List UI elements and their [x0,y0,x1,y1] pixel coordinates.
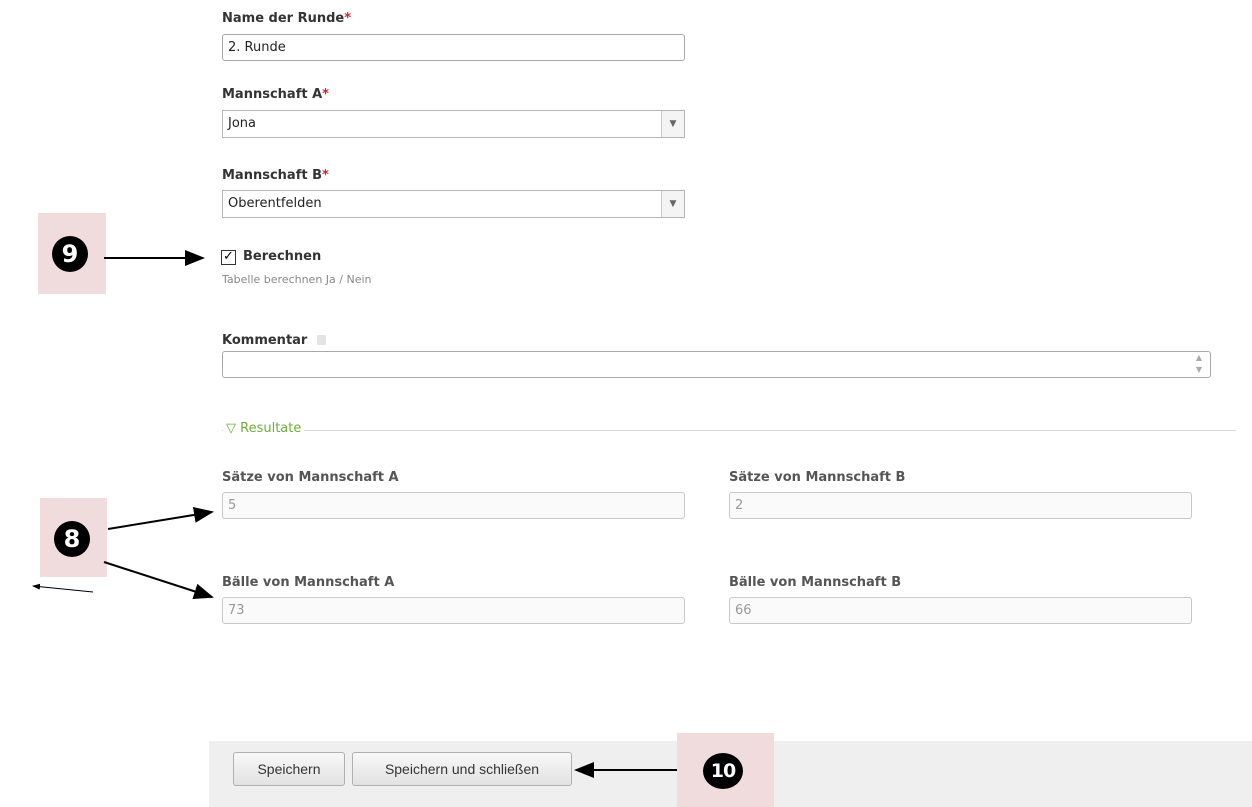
dropdown-arrow-icon[interactable]: ▼ [661,191,684,217]
balls-b-input[interactable]: 66 [729,597,1192,624]
team-b-label: Mannschaft B* [222,168,329,183]
team-b-select[interactable]: Oberentfelden ▼ [222,190,685,218]
balls-a-label: Bälle von Mannschaft A [222,575,395,590]
required-marker: * [344,11,352,26]
round-name-label: Name der Runde* [222,11,352,26]
sets-a-label: Sätze von Mannschaft A [222,470,399,485]
required-marker: * [322,168,329,183]
sets-b-label: Sätze von Mannschaft B [729,470,906,485]
team-a-value: Jona [228,116,256,131]
required-marker: * [322,87,329,102]
annotation-number-8: 8 [54,521,90,557]
round-name-input[interactable]: 2. Runde [222,34,685,61]
annotation-badge-10: 10 [677,733,774,807]
arrow-to-sets-a [107,507,214,530]
save-button[interactable]: Speichern [233,752,345,786]
team-a-select[interactable]: Jona ▼ [222,110,685,138]
comment-textarea[interactable]: ▲ ▼ [222,351,1211,378]
team-b-value: Oberentfelden [228,196,322,211]
annotation-number-10: 10 [703,753,743,789]
arrow-small-left [32,583,94,593]
calculate-label: Berechnen [243,249,322,264]
translate-icon[interactable] [316,335,326,345]
save-and-close-button[interactable]: Speichern und schließen [352,752,572,786]
annotation-number-9: 9 [52,236,88,272]
dropdown-arrow-icon[interactable]: ▼ [661,111,684,137]
results-legend[interactable]: ▽ Resultate [223,421,305,436]
results-divider [222,430,1236,431]
calculate-hint: Tabelle berechnen Ja / Nein [222,273,372,286]
comment-label: Kommentar [222,333,326,348]
balls-a-input[interactable]: 73 [222,597,685,624]
balls-b-label: Bälle von Mannschaft B [729,575,902,590]
team-a-label: Mannschaft A* [222,87,329,102]
sets-a-input[interactable]: 5 [222,492,685,519]
sets-b-input[interactable]: 2 [729,492,1192,519]
arrow-to-balls-a [103,561,214,600]
calculate-checkbox[interactable]: ✓ [221,250,236,265]
spinner-icon[interactable]: ▲ ▼ [1188,352,1210,379]
annotation-badge-8: 8 [40,498,107,577]
annotation-badge-9: 9 [38,213,106,294]
